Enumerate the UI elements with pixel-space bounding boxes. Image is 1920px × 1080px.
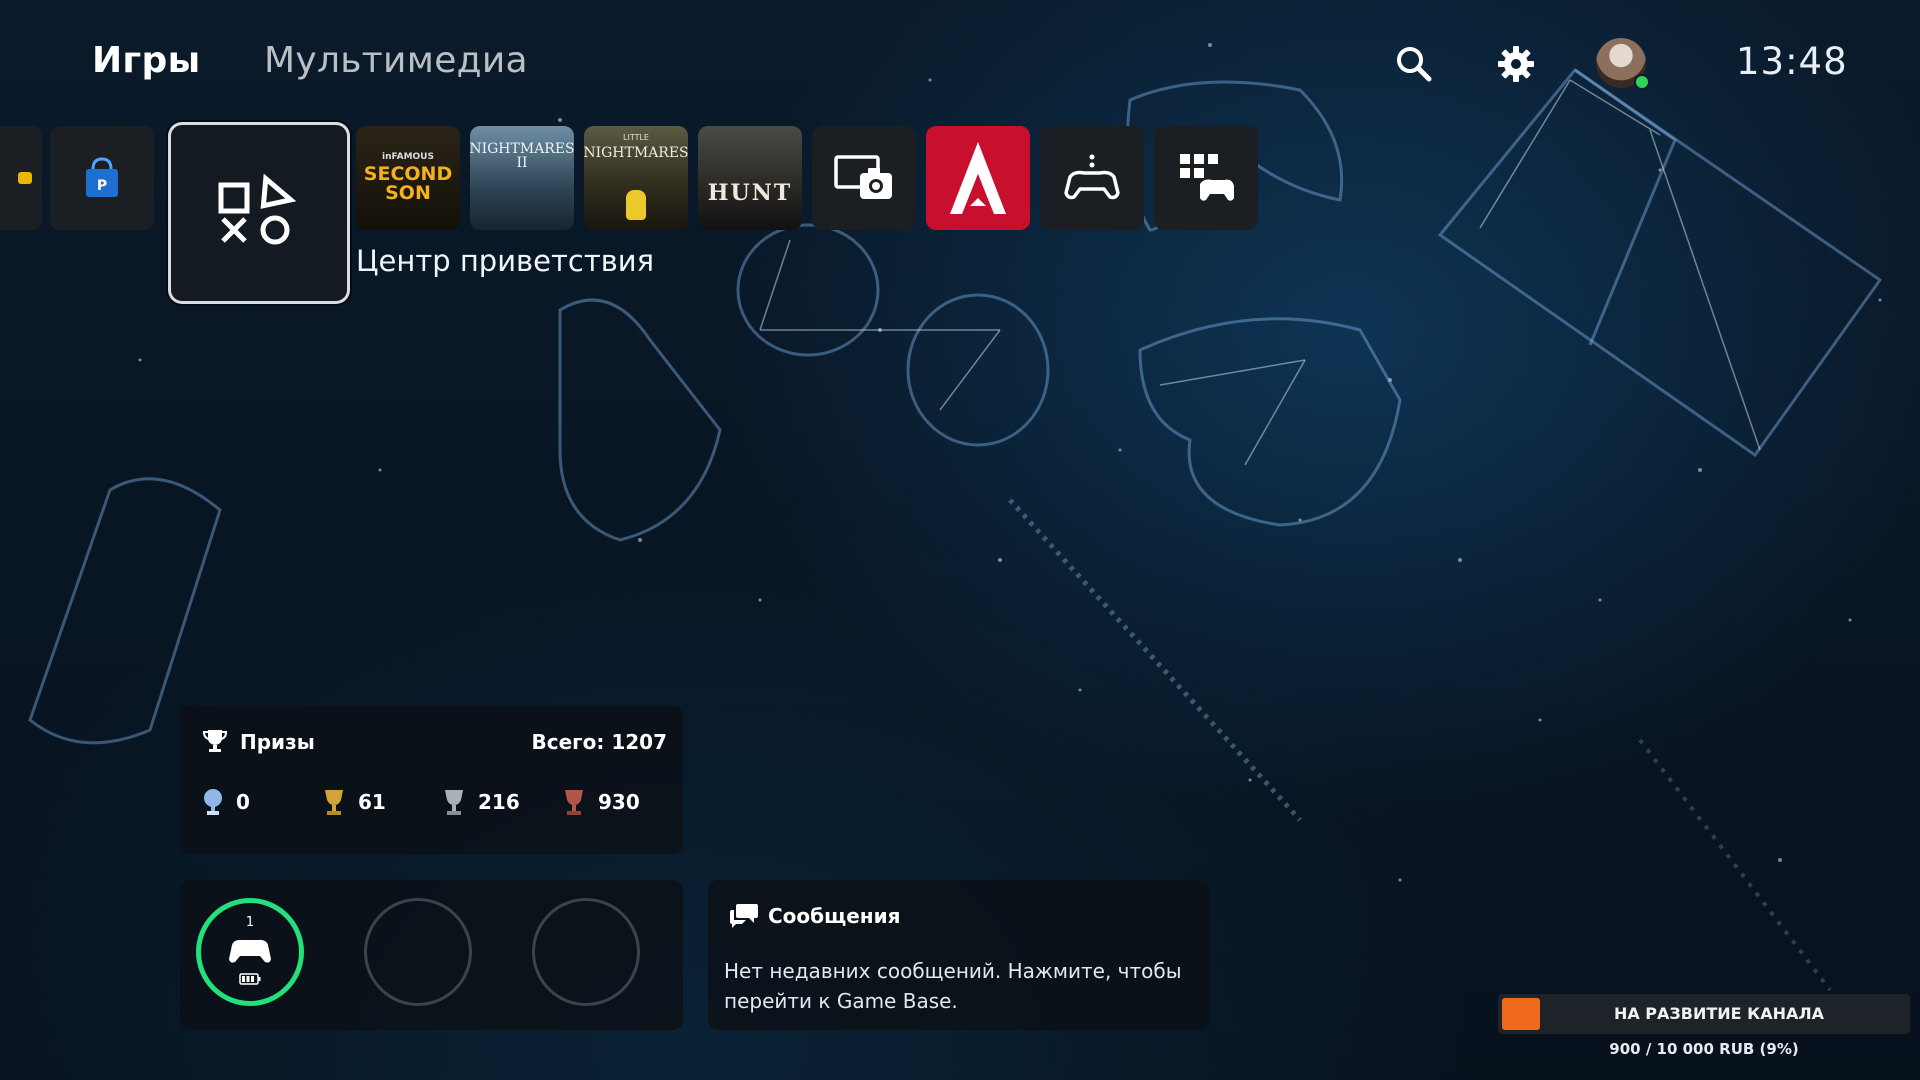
- controller-slot-1[interactable]: 1: [196, 898, 304, 1006]
- game-tile-second-son[interactable]: inFAMOUS SECOND SON: [356, 126, 460, 230]
- controller-app-tile[interactable]: [1040, 126, 1144, 230]
- game-tile-little-nightmares-2[interactable]: NIGHTMARES II: [470, 126, 574, 230]
- controller-slot-3[interactable]: [532, 898, 640, 1006]
- controller-icon: [1064, 154, 1120, 200]
- messages-panel[interactable]: Сообщения Нет недавних сообщений. Нажмит…: [708, 880, 1210, 1030]
- welcome-hub-tile[interactable]: [168, 122, 350, 304]
- online-status-indicator: [1634, 74, 1650, 90]
- game-tile-assassins-creed[interactable]: [926, 126, 1030, 230]
- controller-slot-2[interactable]: [364, 898, 472, 1006]
- character-figure: [626, 190, 646, 220]
- trophies-total: Всего: 1207: [531, 730, 667, 754]
- trophy-platinum: 0: [202, 788, 250, 816]
- game-title: HUNT: [707, 180, 793, 206]
- svg-text:P: P: [97, 178, 107, 194]
- clock: 13:48: [1736, 40, 1848, 83]
- silver-count: 216: [478, 790, 520, 814]
- silver-trophy-icon: [445, 790, 463, 815]
- trophy-bronze: 930: [562, 788, 640, 816]
- game-tile-little-nightmares[interactable]: LITTLE NIGHTMARES: [584, 126, 688, 230]
- gold-count: 61: [358, 790, 386, 814]
- game-subtitle: LITTLE: [623, 133, 649, 142]
- trophy-silver: 216: [442, 788, 520, 816]
- gold-trophy-icon: [325, 790, 343, 815]
- game-library-icon: [1180, 154, 1234, 201]
- game-title: NIGHTMARES: [470, 141, 574, 157]
- store-bag-icon: P: [86, 157, 118, 197]
- partial-tile[interactable]: [0, 126, 42, 230]
- game-subtitle: II: [516, 155, 528, 171]
- bronze-count: 930: [598, 790, 640, 814]
- controllers-panel: 1: [180, 880, 683, 1030]
- messages-body: Нет недавних сообщений. Нажмите, чтобы п…: [724, 959, 1182, 1013]
- bronze-trophy-icon: [565, 790, 583, 815]
- assassins-creed-logo-icon: [950, 142, 1006, 214]
- platinum-count: 0: [236, 790, 250, 814]
- trophies-panel[interactable]: Призы Всего: 1207 0 61 216 930: [180, 706, 683, 854]
- platinum-trophy-icon: [204, 789, 222, 815]
- game-tile-hunt[interactable]: HUNT: [698, 126, 802, 230]
- messages-icon: [730, 904, 758, 928]
- donation-progress-bar: НА РАЗВИТИЕ КАНАЛА: [1498, 994, 1910, 1034]
- selected-tile-label: Центр приветствия: [356, 244, 655, 278]
- game-title-2: SON: [385, 182, 431, 204]
- trophy-icon: [202, 730, 228, 752]
- tab-media[interactable]: Мультимедиа: [264, 40, 528, 81]
- player-number: 1: [245, 915, 255, 930]
- media-gallery-icon: [834, 155, 892, 199]
- donation-label: НА РАЗВИТИЕ КАНАЛА: [1613, 1004, 1825, 1023]
- game-subtitle: inFAMOUS: [382, 152, 434, 162]
- search-icon[interactable]: [1392, 42, 1436, 86]
- game-title: NIGHTMARES: [584, 145, 688, 161]
- donation-amount: 900 / 10 000 RUB (9%): [1609, 1040, 1799, 1058]
- controller-icon: [229, 939, 271, 963]
- gear-icon[interactable]: [1494, 42, 1538, 86]
- playstation-store-tile[interactable]: P: [50, 126, 154, 230]
- tab-games[interactable]: Игры: [92, 40, 200, 81]
- media-gallery-tile[interactable]: [812, 126, 916, 230]
- trophy-gold: 61: [322, 788, 386, 816]
- app-icon: [18, 172, 32, 184]
- game-library-tile[interactable]: [1154, 126, 1258, 230]
- battery-icon: [239, 973, 261, 985]
- messages-title: Сообщения: [768, 904, 901, 928]
- ps-shapes-icon: [218, 173, 297, 245]
- trophies-title: Призы: [240, 730, 315, 754]
